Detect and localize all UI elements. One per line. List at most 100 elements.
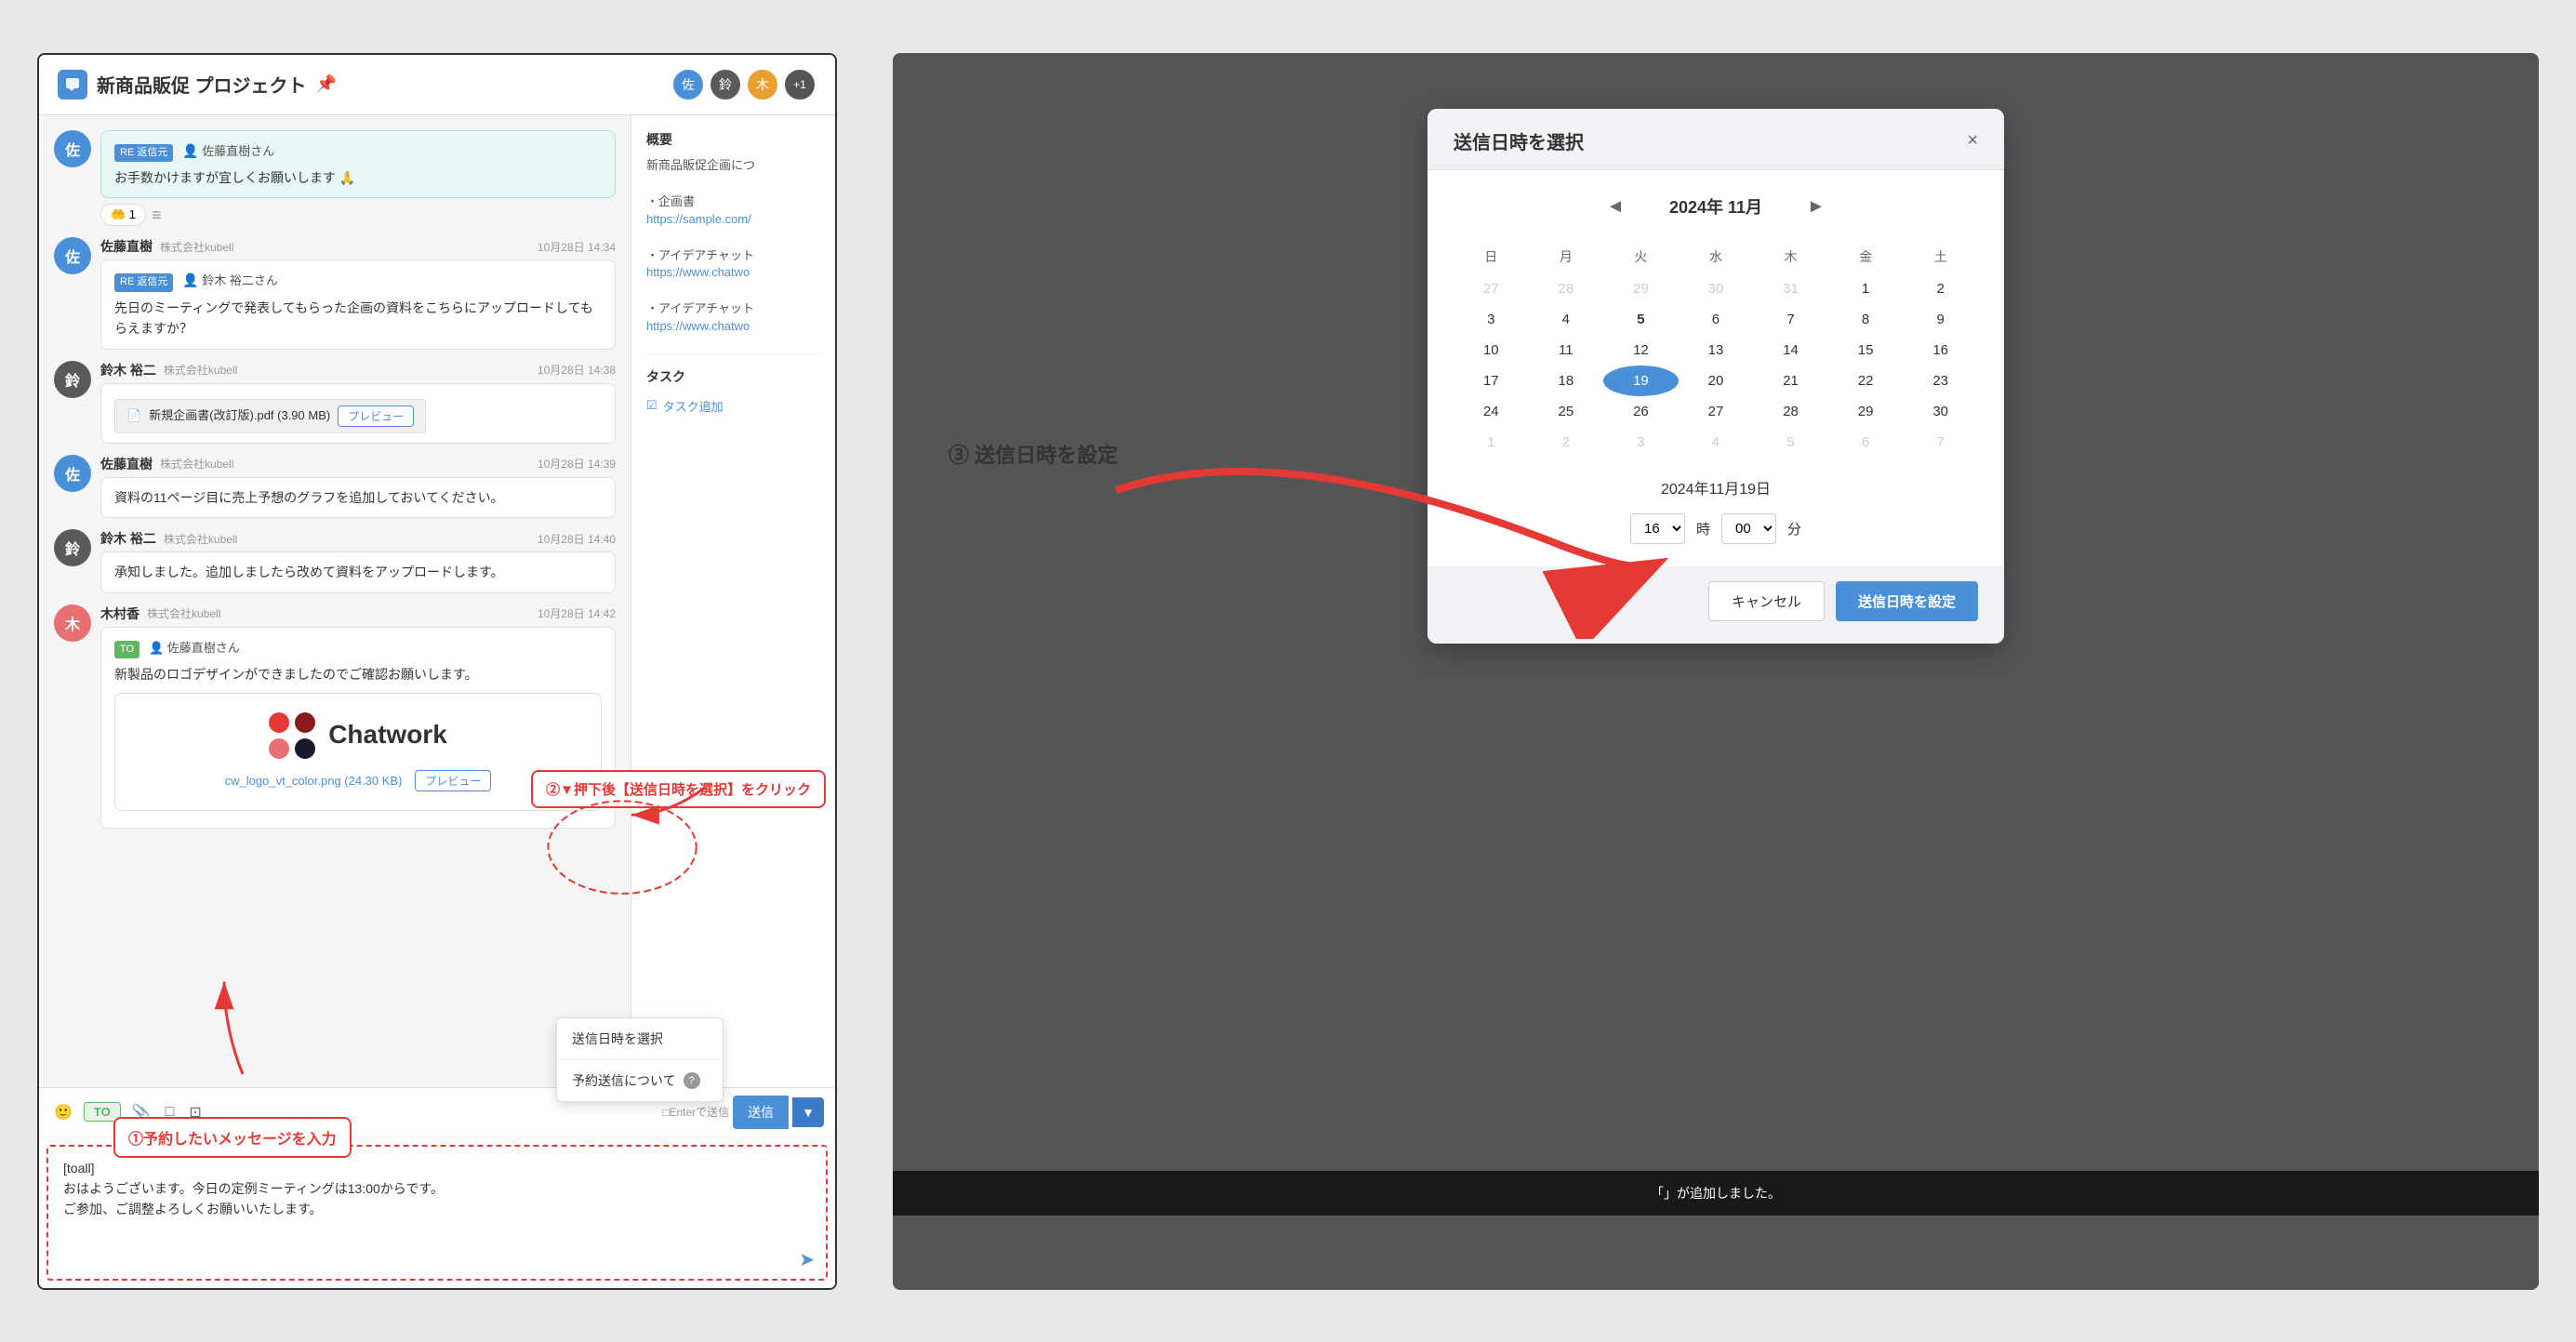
cal-day[interactable]: 15 (1828, 335, 1904, 365)
cal-day[interactable]: 3 (1454, 304, 1529, 335)
prev-month-button[interactable]: ◄ (1599, 193, 1632, 221)
cal-day[interactable]: 22 (1828, 365, 1904, 396)
cal-day[interactable]: 25 (1529, 396, 1604, 427)
cal-day[interactable]: 27 (1679, 396, 1754, 427)
send-button[interactable]: 送信 (733, 1096, 789, 1129)
cal-day[interactable]: 21 (1753, 365, 1828, 396)
cal-day[interactable]: 23 (1903, 365, 1978, 396)
msg-company: 株式会社kubell (147, 605, 220, 621)
cal-day[interactable]: 9 (1903, 304, 1978, 335)
chat-header-left: 新商品販促 プロジェクト 📌 (58, 70, 337, 100)
cal-day[interactable]: 8 (1828, 304, 1904, 335)
msg-time: 10月28日 14:39 (538, 456, 616, 472)
cal-day[interactable]: 6 (1679, 304, 1754, 335)
schedule-send-item[interactable]: 送信日時を選択 (557, 1018, 723, 1059)
avatar-count: +1 (783, 68, 817, 101)
calendar-week-6: 1 2 3 4 5 6 7 (1454, 427, 1978, 458)
msg-avatar: 佐 (54, 237, 91, 274)
re-person: 👤 佐藤直樹さん (182, 144, 274, 158)
cal-day[interactable]: 29 (1828, 396, 1904, 427)
msg-avatar: 鈴 (54, 529, 91, 566)
sidebar-idea2-link[interactable]: https://www.chatwo (646, 319, 750, 333)
cal-day[interactable]: 5 (1753, 427, 1828, 458)
cal-day[interactable]: 14 (1753, 335, 1828, 365)
cal-day[interactable]: 4 (1529, 304, 1604, 335)
msg-content: RE 返信元 👤 佐藤直樹さん お手数かけますが宜しくお願いします 🙏 🤲 1 … (100, 130, 616, 227)
cal-day[interactable]: 3 (1603, 427, 1679, 458)
message-item: 佐 佐藤直樹 株式会社kubell 10月28日 14:39 資料の11ページ目… (54, 455, 616, 518)
sidebar-doc-link[interactable]: https://sample.com/ (646, 212, 751, 226)
cal-day[interactable]: 30 (1679, 273, 1754, 304)
chat-sidebar: 概要 新商品販促企画につ ・企画書 https://sample.com/ ・ア… (631, 115, 835, 1087)
msg-header: 佐藤直樹 株式会社kubell 10月28日 14:39 (100, 455, 616, 473)
cal-day[interactable]: 11 (1529, 335, 1604, 365)
sidebar-idea1: ・アイデアチャット https://www.chatwo (646, 246, 820, 282)
msg-header: 鈴木 裕二 株式会社kubell 10月28日 14:38 (100, 361, 616, 379)
cal-day[interactable]: 28 (1753, 396, 1828, 427)
logo-filename-row: cw_logo_vt_color.png (24.30 KB) プレビュー (225, 770, 492, 791)
msg-text: 新製品のロゴデザインができましたのでご確認お願いします。 (114, 664, 602, 684)
textarea-footer: ➤ (48, 1244, 826, 1279)
set-datetime-button[interactable]: 送信日時を設定 (1836, 581, 1978, 621)
cal-day[interactable]: 5 (1603, 304, 1679, 335)
cal-day[interactable]: 2 (1903, 273, 1978, 304)
cal-day[interactable]: 29 (1603, 273, 1679, 304)
cal-day[interactable]: 17 (1454, 365, 1529, 396)
pin-icon: 📌 (316, 74, 337, 94)
preview-button[interactable]: プレビュー (338, 405, 414, 427)
chat-icon (58, 70, 87, 100)
cal-day[interactable]: 26 (1603, 396, 1679, 427)
next-month-button[interactable]: ► (1799, 193, 1833, 221)
sidebar-overview-title: 概要 (646, 130, 820, 149)
dialog-footer: キャンセル 送信日時を設定 (1427, 566, 2004, 644)
task-add-label: タスク追加 (663, 397, 724, 415)
file-name: 新規企画書(改訂版).pdf (3.90 MB) (149, 406, 330, 426)
about-schedule-item[interactable]: 予約送信について ? (557, 1060, 723, 1101)
dialog-title: 送信日時を選択 (1454, 127, 1584, 154)
cal-day[interactable]: 18 (1529, 365, 1604, 396)
minute-select[interactable]: 00 15 30 45 (1721, 513, 1776, 544)
cal-day[interactable]: 6 (1828, 427, 1904, 458)
msg-name: 佐藤直樹 (100, 455, 153, 473)
avatar-2: 鈴 (709, 68, 742, 101)
time-selector: 16 17 18 時 00 15 30 45 分 (1454, 513, 1978, 544)
cal-day[interactable]: 7 (1903, 427, 1978, 458)
logo-card: Chatwork cw_logo_vt_color.png (24.30 KB)… (114, 693, 602, 811)
cal-day[interactable]: 7 (1753, 304, 1828, 335)
cal-day[interactable]: 24 (1454, 396, 1529, 427)
cal-day[interactable]: 30 (1903, 396, 1978, 427)
msg-body: 📄 新規企画書(改訂版).pdf (3.90 MB) プレビュー (100, 383, 616, 444)
cal-day[interactable]: 10 (1454, 335, 1529, 365)
dialog-close-button[interactable]: × (1967, 131, 1978, 150)
cal-day[interactable]: 27 (1454, 273, 1529, 304)
cal-day[interactable]: 31 (1753, 273, 1828, 304)
cal-day[interactable]: 4 (1679, 427, 1754, 458)
msg-company: 株式会社kubell (164, 531, 237, 547)
reaction[interactable]: 🤲 1 (100, 204, 146, 226)
msg-content: 鈴木 裕二 株式会社kubell 10月28日 14:38 📄 新規企画書(改訂… (100, 361, 616, 444)
cal-day[interactable]: 20 (1679, 365, 1754, 396)
hour-select[interactable]: 16 17 18 (1630, 513, 1685, 544)
sidebar-idea1-link[interactable]: https://www.chatwo (646, 265, 750, 279)
cal-day[interactable]: 13 (1679, 335, 1754, 365)
annotation-2: ②▼押下後【送信日時を選択】をクリック (531, 770, 826, 808)
emoji-button[interactable]: 🙂 (50, 1099, 76, 1125)
msg-time: 10月28日 14:40 (538, 531, 616, 547)
cal-day[interactable]: 28 (1529, 273, 1604, 304)
calendar-weekdays: 日 月 火 水 木 金 土 (1454, 240, 1978, 273)
cal-day[interactable]: 2 (1529, 427, 1604, 458)
cal-day-selected[interactable]: 19 (1603, 365, 1679, 396)
msg-header: 佐藤直樹 株式会社kubell 10月28日 14:34 (100, 237, 616, 256)
weekday-mon: 月 (1529, 240, 1604, 273)
cancel-button[interactable]: キャンセル (1708, 581, 1825, 621)
task-add-button[interactable]: ☑ タスク追加 (646, 393, 820, 419)
cal-day[interactable]: 1 (1454, 427, 1529, 458)
cal-day[interactable]: 12 (1603, 335, 1679, 365)
message-input[interactable]: [toall] おはようございます。今日の定例ミーティングは13:00からです。… (48, 1147, 826, 1240)
cal-day[interactable]: 1 (1828, 273, 1904, 304)
msg-content: 佐藤直樹 株式会社kubell 10月28日 14:39 資料の11ページ目に売… (100, 455, 616, 518)
logo-preview-button[interactable]: プレビュー (415, 770, 491, 791)
annotation-3: ③ 送信日時を設定 (949, 439, 1118, 469)
cal-day[interactable]: 16 (1903, 335, 1978, 365)
send-dropdown-button[interactable]: ▼ (792, 1097, 824, 1127)
